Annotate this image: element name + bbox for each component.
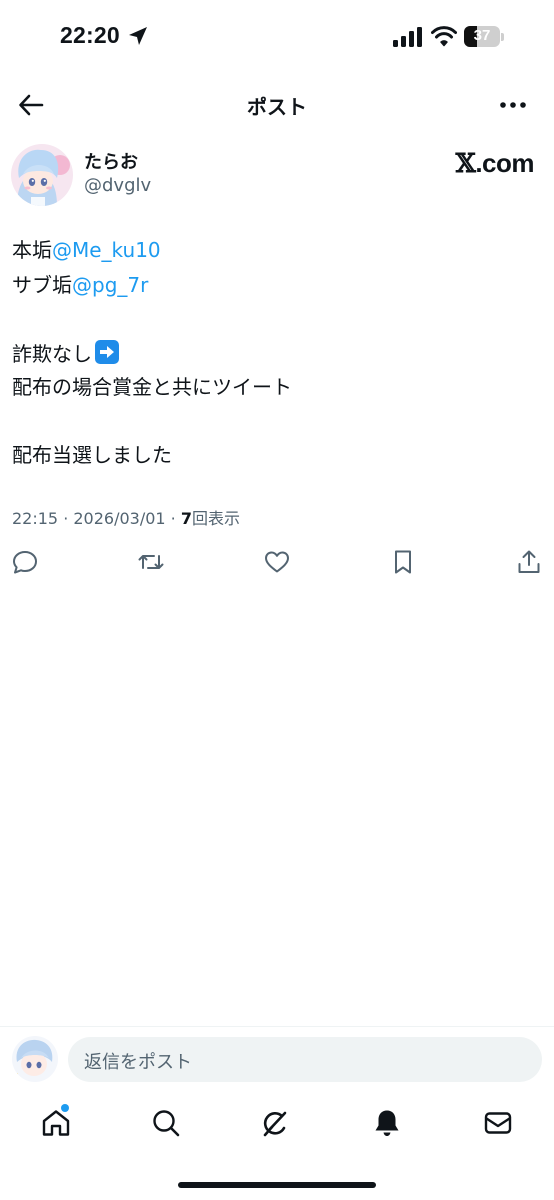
x-com-watermark: 𝕏.com xyxy=(455,148,535,179)
author-avatar[interactable] xyxy=(11,144,73,206)
location-arrow-icon xyxy=(126,24,150,48)
like-button[interactable] xyxy=(263,548,291,576)
home-icon xyxy=(42,1110,70,1136)
tweet-line-3: 詐欺なし xyxy=(12,339,119,369)
tab-home[interactable] xyxy=(40,1107,72,1139)
home-indicator xyxy=(178,1182,376,1188)
author-handle[interactable]: @dvglv xyxy=(84,175,151,196)
author-display-name[interactable]: たらお xyxy=(84,148,138,174)
tweet-text: 本垢 xyxy=(12,238,52,262)
tweet-meta: 22:15 · 2026/03/01 · 7回表示 xyxy=(12,505,240,529)
reply-input[interactable]: 返信をポスト xyxy=(68,1037,542,1082)
like-icon xyxy=(265,551,289,573)
more-horizontal-icon xyxy=(500,102,526,108)
tab-messages[interactable] xyxy=(482,1107,514,1139)
tab-notifications[interactable] xyxy=(371,1107,403,1139)
post-date: 2026/03/01 xyxy=(73,509,166,528)
anime-avatar-icon xyxy=(12,1036,58,1082)
status-time: 22:20 xyxy=(60,22,120,48)
reply-icon xyxy=(13,551,37,574)
separator: · xyxy=(165,509,181,528)
my-avatar[interactable] xyxy=(12,1036,58,1082)
cellular-signal-icon xyxy=(392,26,424,48)
tweet-line-4: 配布の場合賞金と共にツイート xyxy=(12,375,292,399)
search-icon xyxy=(153,1110,180,1137)
retweet-button[interactable] xyxy=(137,548,165,576)
battery-cap xyxy=(501,33,504,41)
share-icon xyxy=(518,550,540,573)
x-logo-icon: 𝕏 xyxy=(455,149,476,179)
share-button[interactable] xyxy=(515,548,543,576)
notifications-icon xyxy=(375,1110,399,1136)
reply-button[interactable] xyxy=(11,548,39,576)
mention-link[interactable]: @Me_ku10 xyxy=(52,238,161,262)
tab-grok[interactable] xyxy=(260,1107,292,1139)
watermark-suffix: .com xyxy=(475,148,534,178)
tab-search[interactable] xyxy=(150,1107,182,1139)
more-options-button[interactable] xyxy=(498,92,528,118)
separator: · xyxy=(58,509,74,528)
grok-icon xyxy=(263,1111,287,1137)
messages-icon xyxy=(484,1112,512,1134)
battery-percent: 37 xyxy=(473,27,491,44)
views-label: 回表示 xyxy=(192,509,241,528)
view-count: 7 xyxy=(180,509,192,528)
wifi-icon xyxy=(431,25,457,47)
tweet-line-2: サブ垢@pg_7r xyxy=(12,270,148,300)
bookmark-icon xyxy=(395,550,411,574)
bookmark-button[interactable] xyxy=(389,548,417,576)
home-notification-dot xyxy=(61,1104,69,1112)
page-title: ポスト xyxy=(247,95,307,119)
post-time: 22:15 xyxy=(12,509,59,528)
reply-bar-divider xyxy=(0,1026,554,1027)
battery-indicator: 37 xyxy=(464,26,500,47)
mention-link[interactable]: @pg_7r xyxy=(72,273,148,297)
anime-avatar-icon xyxy=(11,144,73,206)
retweet-icon xyxy=(138,555,164,569)
tweet-line-5: 配布当選しました xyxy=(12,443,172,467)
reply-placeholder: 返信をポスト xyxy=(84,1052,192,1073)
tweet-text: 詐欺なし xyxy=(12,342,92,366)
tweet-line-1: 本垢@Me_ku10 xyxy=(12,235,161,265)
arrow-right-emoji-icon xyxy=(95,340,119,364)
tweet-text: サブ垢 xyxy=(12,273,72,297)
